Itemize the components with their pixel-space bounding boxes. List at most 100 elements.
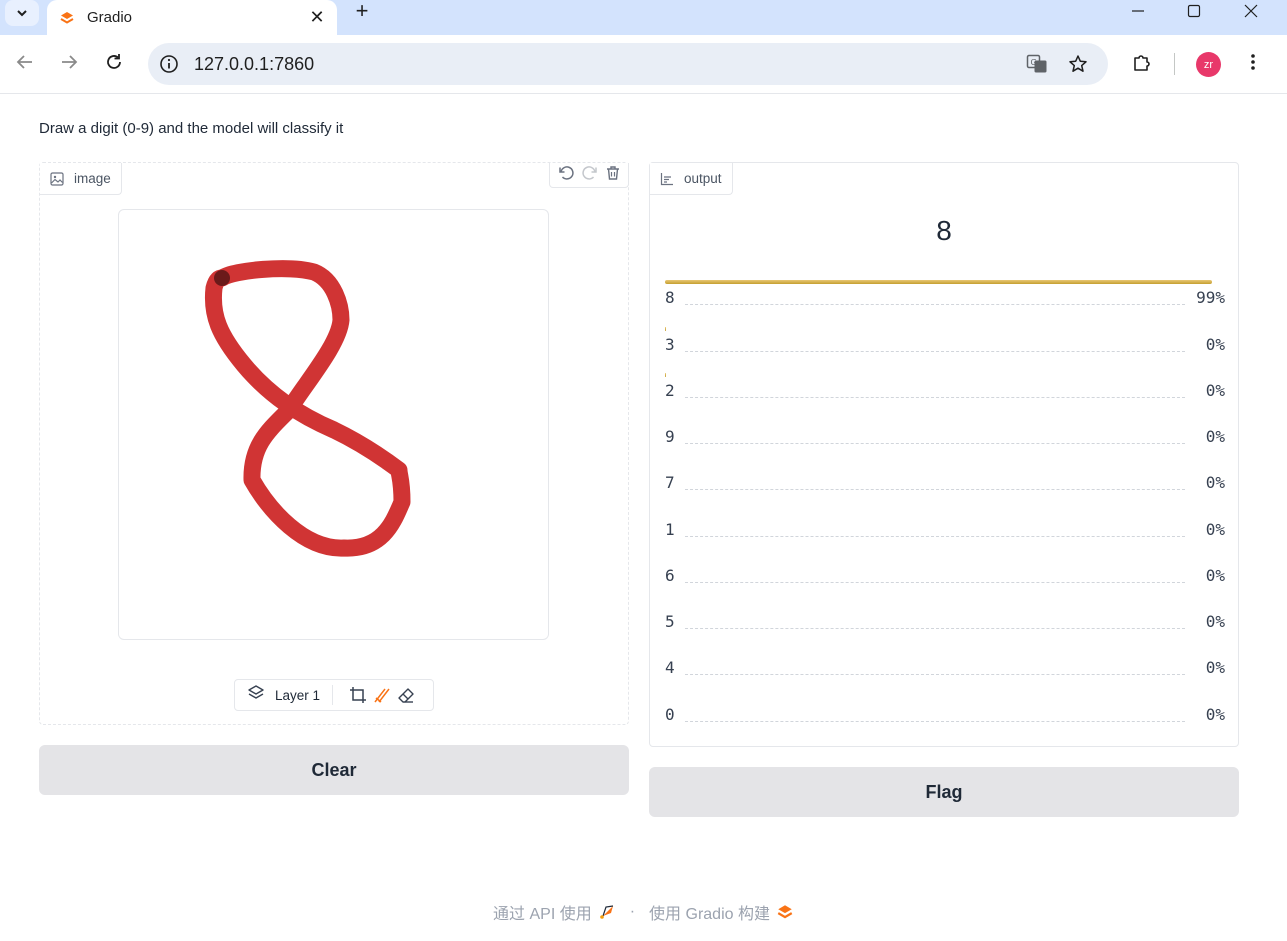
trash-icon[interactable]	[605, 165, 621, 186]
tab-title: Gradio	[87, 9, 133, 26]
built-with-gradio-link[interactable]: 使用 Gradio 构建	[649, 900, 770, 924]
image-label-text: image	[74, 171, 111, 186]
confidence-bar	[665, 327, 667, 331]
confidence-class-label: 4	[665, 658, 675, 677]
gradio-logo-icon	[60, 11, 74, 24]
confidence-leader-line	[685, 721, 1185, 722]
confidence-row[interactable]: 0 0%	[665, 702, 1225, 724]
new-tab-button[interactable]: +	[348, 0, 376, 23]
reload-icon	[107, 54, 121, 69]
gradio-logo-icon	[777, 905, 793, 919]
browser-tab[interactable]: Gradio ✕	[47, 0, 337, 35]
confidence-leader-line	[685, 674, 1185, 675]
forward-button[interactable]	[55, 48, 83, 76]
translate-icon[interactable]: G	[1026, 53, 1048, 75]
confidence-bar	[665, 373, 666, 377]
url-text: 127.0.0.1:7860	[194, 54, 315, 74]
confidence-leader-line	[685, 628, 1185, 629]
confidence-class-label: 7	[665, 473, 675, 492]
tab-search-dropdown[interactable]	[5, 0, 39, 26]
arrow-left-icon	[16, 55, 32, 69]
app-description: Draw a digit (0-9) and the model will cl…	[39, 120, 344, 137]
confidence-class-label: 3	[665, 335, 675, 354]
browser-tabstrip: Gradio ✕ +	[0, 0, 1287, 35]
confidence-value: 0%	[1201, 705, 1225, 724]
confidence-bar	[665, 280, 1213, 284]
info-icon[interactable]	[159, 54, 179, 74]
confidence-value: 0%	[1201, 427, 1225, 446]
chevron-down-icon	[17, 10, 27, 17]
confidence-row[interactable]: 8 99%	[665, 285, 1225, 307]
confidence-value: 0%	[1201, 566, 1225, 585]
use-via-api-link[interactable]: 通过 API 使用	[493, 900, 592, 924]
flag-button[interactable]: Flag	[649, 767, 1239, 817]
footer-separator: ·	[629, 903, 636, 920]
confidence-row[interactable]: 7 0%	[665, 470, 1225, 492]
clear-button[interactable]: Clear	[39, 745, 629, 795]
svg-text:G: G	[1031, 58, 1037, 67]
close-icon	[1244, 4, 1258, 18]
predicted-label: 8	[936, 215, 952, 246]
confidence-value: 0%	[1201, 335, 1225, 354]
confidence-class-label: 0	[665, 705, 675, 724]
confidence-row[interactable]: 2 0%	[665, 378, 1225, 400]
confidence-leader-line	[685, 351, 1185, 352]
confidence-leader-line	[685, 304, 1185, 305]
minimize-button[interactable]	[1118, 0, 1158, 22]
confidence-row[interactable]: 3 0%	[665, 332, 1225, 354]
layer-toolbar: Layer 1	[234, 679, 434, 711]
confidence-value: 0%	[1201, 658, 1225, 677]
confidence-row[interactable]: 6 0%	[665, 563, 1225, 585]
arrow-right-icon	[62, 55, 78, 69]
confidence-row[interactable]: 4 0%	[665, 655, 1225, 677]
eraser-icon[interactable]	[395, 684, 417, 706]
minimize-icon	[1132, 10, 1144, 12]
confidence-class-label: 2	[665, 381, 675, 400]
page-footer: 通过 API 使用 · 使用 Gradio 构建	[0, 900, 1287, 924]
crop-icon[interactable]	[347, 684, 369, 706]
image-input-panel: image Layer 1	[39, 162, 629, 725]
confidence-value: 0%	[1201, 381, 1225, 400]
confidence-value: 0%	[1201, 520, 1225, 539]
confidence-class-label: 1	[665, 520, 675, 539]
drawing-canvas[interactable]	[118, 209, 549, 640]
profile-avatar[interactable]: zr	[1196, 52, 1221, 77]
output-panel: output 8 8 99% 3 0% 2 0% 9 0% 7 0% 1 0% 6 0% 5 0% 4 0% 0 0%	[649, 162, 1239, 747]
output-block-label: output	[650, 163, 733, 195]
address-bar[interactable]: 127.0.0.1:7860 G	[148, 43, 1108, 85]
brush-icon[interactable]	[371, 684, 393, 706]
tab-close-icon[interactable]: ✕	[305, 6, 329, 30]
image-icon	[50, 171, 64, 186]
confidence-leader-line	[685, 536, 1185, 537]
confidence-class-label: 9	[665, 427, 675, 446]
reload-button[interactable]	[100, 48, 128, 76]
browser-menu-button[interactable]	[1239, 48, 1267, 76]
toolbar-separator	[1174, 53, 1175, 75]
redo-icon[interactable]	[581, 164, 599, 187]
bookmark-star-icon[interactable]	[1067, 53, 1089, 75]
bar-chart-icon	[660, 172, 673, 185]
layer-separator	[332, 685, 334, 705]
confidence-value: 99%	[1192, 288, 1225, 307]
confidence-leader-line	[685, 397, 1185, 398]
image-block-label: image	[40, 163, 122, 195]
confidence-class-label: 5	[665, 612, 675, 631]
maximize-icon	[1187, 4, 1201, 18]
confidence-row[interactable]: 5 0%	[665, 609, 1225, 631]
confidence-row[interactable]: 9 0%	[665, 424, 1225, 446]
confidence-row[interactable]: 1 0%	[665, 517, 1225, 539]
confidence-leader-line	[685, 489, 1185, 490]
layer-label[interactable]: Layer 1	[275, 688, 320, 703]
back-button[interactable]	[11, 48, 39, 76]
drawn-digit-stroke	[204, 260, 411, 557]
confidence-leader-line	[685, 443, 1185, 444]
puzzle-icon	[1134, 55, 1150, 71]
close-window-button[interactable]	[1231, 0, 1271, 22]
undo-icon[interactable]	[557, 164, 575, 187]
image-toolbar	[549, 163, 629, 188]
maximize-button[interactable]	[1174, 0, 1214, 22]
layers-icon[interactable]	[247, 684, 265, 707]
confidence-value: 0%	[1201, 612, 1225, 631]
output-label-text: output	[684, 171, 722, 186]
extensions-button[interactable]	[1128, 48, 1156, 76]
